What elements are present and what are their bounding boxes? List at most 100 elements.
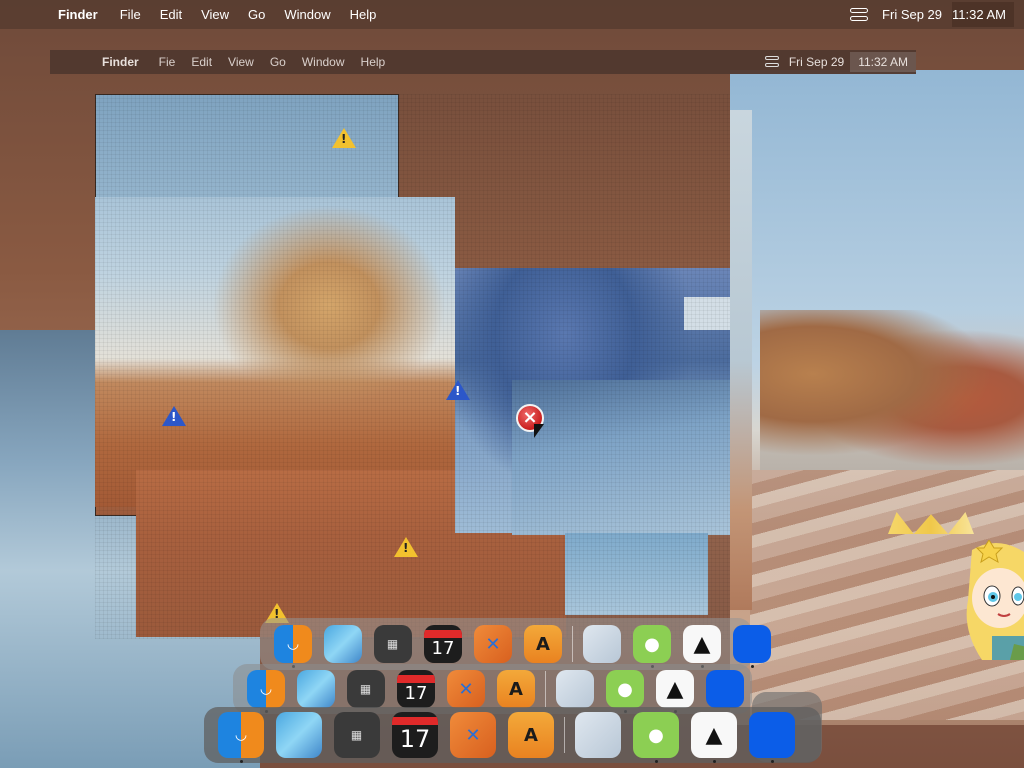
glitch-panel-gap (684, 297, 730, 330)
dock-item-photos[interactable] (324, 625, 362, 663)
dock-item-finder[interactable]: ◡ (247, 670, 285, 713)
dock-item-calculator[interactable]: ▦ (347, 670, 385, 708)
menu-window[interactable]: Window (284, 7, 330, 22)
vercel-icon: ▲ (656, 670, 694, 708)
dock-item-xcode[interactable]: ✕ (447, 670, 485, 708)
xcode-icon: ✕ (447, 670, 485, 708)
dock-item-app-store[interactable]: A (497, 670, 535, 708)
dock-item-photos[interactable] (297, 670, 335, 708)
dock-echo-top: ◡ ▦ 17 ✕ A ● ▲ (260, 618, 771, 670)
preview-icon (583, 625, 621, 663)
finder-icon: ◡ (218, 712, 264, 758)
menu-edit: Edit (191, 55, 213, 69)
photos-icon (324, 625, 362, 663)
app-store-icon: A (524, 625, 562, 663)
app-menu-finder[interactable]: Finder (58, 7, 98, 22)
github-icon: ● (633, 712, 679, 758)
dock-item-xcode[interactable]: ✕ (474, 625, 512, 663)
menu-go: Go (269, 55, 286, 69)
dock-item-calculator[interactable]: ▦ (374, 625, 412, 663)
finder-icon: ◡ (247, 670, 285, 708)
preview-icon (575, 712, 621, 758)
dock-separator (564, 717, 565, 753)
dock-item-app-store[interactable]: A (508, 712, 554, 758)
github-icon: ● (633, 625, 671, 663)
blue-app-icon (706, 670, 744, 708)
glitch-panel-blue-lake (512, 380, 730, 535)
menubar-echo: Finder Fie Edit View Go Window Help Fri … (50, 50, 916, 74)
dock-item-github[interactable]: ● (606, 670, 644, 713)
warning-icon-blue[interactable] (446, 380, 470, 400)
finder-icon: ◡ (274, 625, 312, 663)
dock-item-vercel[interactable]: ▲ (683, 625, 721, 668)
menu-help[interactable]: Help (350, 7, 377, 22)
app-name: Finder (102, 55, 139, 69)
menu-help: Help (360, 55, 386, 69)
menu-file: Fie (158, 55, 176, 69)
menu-window: Window (301, 55, 345, 69)
dock-item-preview[interactable] (583, 625, 621, 663)
vercel-icon: ▲ (683, 625, 721, 663)
dock-item-blue-app[interactable] (706, 670, 744, 708)
xcode-icon: ✕ (474, 625, 512, 663)
menu-go[interactable]: Go (248, 7, 265, 22)
menubar-time: 11:32 AM (850, 52, 916, 72)
dock-item-calendar[interactable]: 17 (392, 712, 438, 758)
menu-view: View (228, 55, 254, 69)
dock-item-photos[interactable] (276, 712, 322, 758)
status-area: Fri Sep 29 11:32 AM (850, 2, 1024, 27)
dock-item-vercel[interactable]: ▲ (691, 712, 737, 763)
dock-item-calculator[interactable]: ▦ (334, 712, 380, 758)
dock-item-xcode[interactable]: ✕ (450, 712, 496, 758)
warning-icon[interactable] (394, 537, 418, 557)
glitch-panel-sky-fragment (565, 533, 708, 615)
blue-app-icon (733, 625, 771, 663)
mouse-cursor-icon (534, 424, 544, 438)
warning-icon[interactable] (332, 128, 356, 148)
warning-icon-blue[interactable] (162, 406, 186, 426)
status-area: Fri Sep 29 11:32 AM (764, 52, 916, 72)
dock-item-calendar[interactable]: 17 (424, 625, 462, 663)
dock-item-github[interactable]: ● (633, 712, 679, 763)
calendar-icon: 17 (397, 670, 435, 708)
menubar-time[interactable]: 11:32 AM (952, 2, 1014, 27)
xcode-icon: ✕ (450, 712, 496, 758)
menu-view[interactable]: View (201, 7, 229, 22)
dock-item-blue-app[interactable] (749, 712, 795, 763)
blue-app-icon (749, 712, 795, 758)
dock-item-blue-app[interactable] (733, 625, 771, 668)
dock-item-github[interactable]: ● (633, 625, 671, 668)
calculator-icon: ▦ (374, 625, 412, 663)
photos-icon (297, 670, 335, 708)
dock-separator (572, 626, 573, 662)
calendar-icon: 17 (424, 625, 462, 663)
app-store-icon: A (508, 712, 554, 758)
preview-icon (556, 670, 594, 708)
photos-icon (276, 712, 322, 758)
wallpaper-rocks-right (760, 310, 1024, 470)
dock-item-calendar[interactable]: 17 (397, 670, 435, 708)
menu-file[interactable]: File (120, 7, 141, 22)
control-center-icon (764, 56, 779, 68)
calculator-icon: ▦ (347, 670, 385, 708)
menu-edit[interactable]: Edit (160, 7, 182, 22)
dock: ◡ ▦ 17 ✕ A ● ▲ (204, 707, 821, 763)
dock-item-preview[interactable] (556, 670, 594, 708)
dock-item-finder[interactable]: ◡ (274, 625, 312, 668)
dock-separator (545, 671, 546, 707)
calendar-icon: 17 (392, 712, 438, 758)
dock-item-finder[interactable]: ◡ (218, 712, 264, 763)
control-center-icon[interactable] (850, 7, 869, 22)
menubar: Finder File Edit View Go Window Help Fri… (0, 0, 1024, 29)
app-store-icon: A (497, 670, 535, 708)
menubar-date: Fri Sep 29 (788, 55, 845, 69)
glitch-panel-strip (730, 110, 752, 610)
glitch-panel-mountain (95, 197, 455, 507)
dock-item-preview[interactable] (575, 712, 621, 758)
dock-item-vercel[interactable]: ▲ (656, 670, 694, 713)
menubar-date[interactable]: Fri Sep 29 (882, 7, 942, 22)
character-sticker (966, 540, 1024, 660)
calculator-icon: ▦ (334, 712, 380, 758)
vercel-icon: ▲ (691, 712, 737, 758)
dock-item-app-store[interactable]: A (524, 625, 562, 663)
